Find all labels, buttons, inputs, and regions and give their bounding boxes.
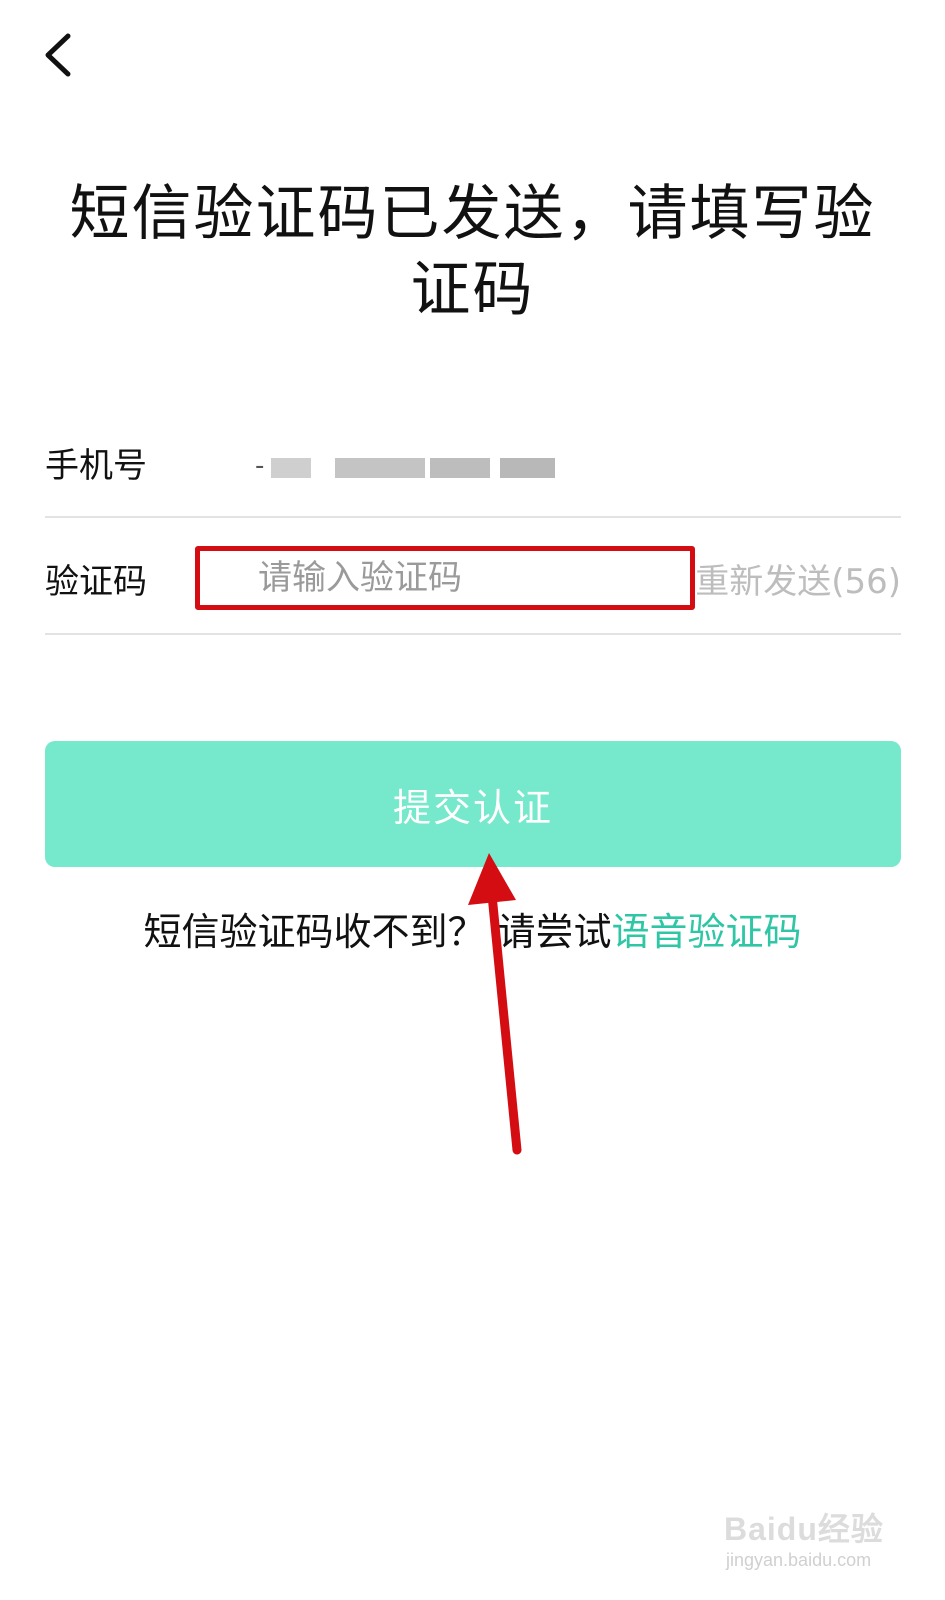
blur-block	[271, 458, 311, 478]
phone-label: 手机号	[45, 446, 147, 486]
watermark-url: jingyan.baidu.com	[726, 1550, 872, 1570]
chevron-left-icon	[45, 33, 71, 77]
phone-value-masked: -	[255, 446, 575, 486]
blur-block	[335, 458, 425, 478]
submit-verification-button[interactable]: 提交认证	[45, 741, 901, 867]
blur-block	[500, 458, 555, 478]
verification-page: 短信验证码已发送，请填写验证码 手机号 - 验证码 重新发送(56) 提交认证 …	[0, 0, 945, 1600]
resend-button[interactable]: 重新发送(56)	[695, 562, 901, 602]
blur-block	[430, 458, 490, 478]
baidu-watermark: Baidu经验 jingyan.baidu.com	[724, 1500, 924, 1580]
code-label: 验证码	[45, 562, 147, 602]
divider	[45, 516, 901, 518]
voice-code-link[interactable]: 语音验证码	[612, 910, 802, 954]
back-button[interactable]	[34, 26, 86, 82]
code-row: 验证码 重新发送(56)	[45, 524, 901, 640]
voice-code-hint: 短信验证码收不到？ 请尝试语音验证码	[0, 908, 945, 956]
voice-code-prompt: 短信验证码收不到？ 请尝试	[143, 910, 612, 954]
watermark-brand: Baidu经验	[724, 1511, 884, 1547]
verification-code-input[interactable]	[195, 546, 695, 610]
page-title: 短信验证码已发送，请填写验证码	[69, 179, 876, 325]
divider	[45, 633, 901, 635]
phone-row: 手机号 -	[45, 408, 901, 524]
